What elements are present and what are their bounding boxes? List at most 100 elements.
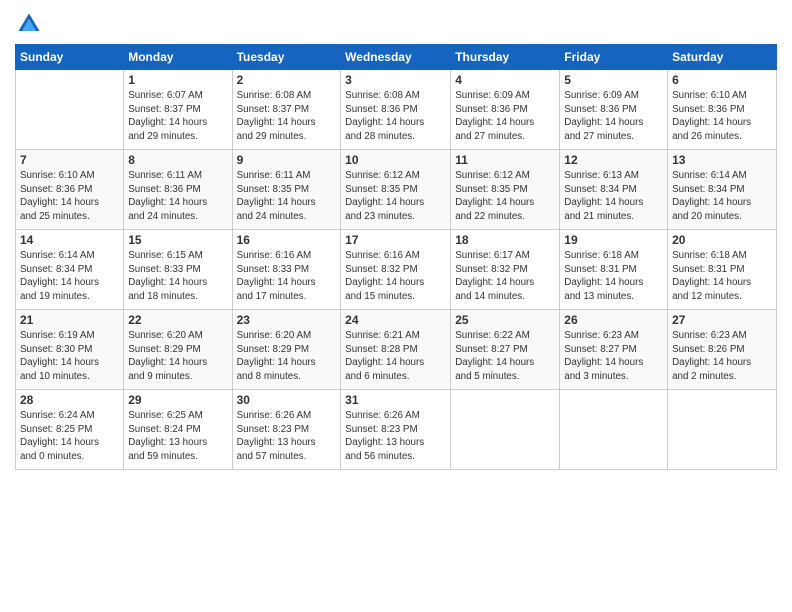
day-info: Sunrise: 6:26 AM Sunset: 8:23 PM Dayligh… (237, 409, 337, 464)
day-cell: 23Sunrise: 6:20 AM Sunset: 8:29 PM Dayli… (232, 310, 341, 390)
day-number: 27 (672, 313, 772, 327)
day-cell: 31 Sunrise: 6:26 AM Sunset: 8:23 PM Dayli… (341, 390, 451, 470)
day-cell: 8 Sunrise: 6:11 AM Sunset: 8:36 PM Daylig… (124, 150, 232, 230)
header (15, 10, 777, 38)
day-number: 23 (237, 313, 337, 327)
day-cell: 28 Sunrise: 6:24 AM Sunset: 8:25 PM Dayli… (16, 390, 124, 470)
day-info: Sunrise: 6:16 AM Sunset: 8:32 PM Dayligh… (345, 249, 446, 304)
header-cell-tuesday: Tuesday (232, 45, 341, 70)
day-info: Sunrise: 6:24 AM Sunset: 8:25 PM Dayligh… (20, 409, 119, 464)
day-cell: 2 Sunrise: 6:08 AM Sunset: 8:37 PM Daylig… (232, 70, 341, 150)
day-number: 25 (455, 313, 555, 327)
day-number: 7 (20, 153, 119, 167)
day-cell: 10 Sunrise: 6:12 AM Sunset: 8:35 PM Dayli… (341, 150, 451, 230)
day-cell: 18Sunrise: 6:17 AM Sunset: 8:32 PM Dayli… (451, 230, 560, 310)
day-cell (16, 70, 124, 150)
day-cell: 27 Sunrise: 6:23 AM Sunset: 8:26 PM Dayli… (668, 310, 777, 390)
header-cell-wednesday: Wednesday (341, 45, 451, 70)
day-number: 4 (455, 73, 555, 87)
day-number: 8 (128, 153, 227, 167)
day-info: Sunrise: 6:10 AM Sunset: 8:36 PM Dayligh… (672, 89, 772, 144)
week-row: 28 Sunrise: 6:24 AM Sunset: 8:25 PM Dayli… (16, 390, 777, 470)
day-info: Sunrise: 6:12 AM Sunset: 8:35 PM Dayligh… (345, 169, 446, 224)
day-info: Sunrise: 6:21 AM Sunset: 8:28 PM Dayligh… (345, 329, 446, 384)
week-row: 14Sunrise: 6:14 AM Sunset: 8:34 PM Dayli… (16, 230, 777, 310)
day-number: 2 (237, 73, 337, 87)
day-info: Sunrise: 6:12 AM Sunset: 8:35 PM Dayligh… (455, 169, 555, 224)
day-number: 22 (128, 313, 227, 327)
day-info: Sunrise: 6:13 AM Sunset: 8:34 PM Dayligh… (564, 169, 663, 224)
header-cell-thursday: Thursday (451, 45, 560, 70)
day-cell (451, 390, 560, 470)
day-number: 30 (237, 393, 337, 407)
day-cell: 26 Sunrise: 6:23 AM Sunset: 8:27 PM Dayli… (560, 310, 668, 390)
header-cell-monday: Monday (124, 45, 232, 70)
day-info: Sunrise: 6:18 AM Sunset: 8:31 PM Dayligh… (564, 249, 663, 304)
day-cell: 13Sunrise: 6:14 AM Sunset: 8:34 PM Dayli… (668, 150, 777, 230)
day-info: Sunrise: 6:16 AM Sunset: 8:33 PM Dayligh… (237, 249, 337, 304)
day-cell: 17 Sunrise: 6:16 AM Sunset: 8:32 PM Dayli… (341, 230, 451, 310)
day-cell: 21 Sunrise: 6:19 AM Sunset: 8:30 PM Dayli… (16, 310, 124, 390)
day-cell: 5Sunrise: 6:09 AM Sunset: 8:36 PM Daylig… (560, 70, 668, 150)
day-cell (668, 390, 777, 470)
day-info: Sunrise: 6:07 AM Sunset: 8:37 PM Dayligh… (128, 89, 227, 144)
logo-icon (15, 10, 43, 38)
day-number: 5 (564, 73, 663, 87)
day-cell: 9Sunrise: 6:11 AM Sunset: 8:35 PM Daylig… (232, 150, 341, 230)
day-cell: 14Sunrise: 6:14 AM Sunset: 8:34 PM Dayli… (16, 230, 124, 310)
day-cell: 1 Sunrise: 6:07 AM Sunset: 8:37 PM Daylig… (124, 70, 232, 150)
day-info: Sunrise: 6:18 AM Sunset: 8:31 PM Dayligh… (672, 249, 772, 304)
day-info: Sunrise: 6:23 AM Sunset: 8:27 PM Dayligh… (564, 329, 663, 384)
logo (15, 10, 47, 38)
day-info: Sunrise: 6:11 AM Sunset: 8:36 PM Dayligh… (128, 169, 227, 224)
week-row: 21 Sunrise: 6:19 AM Sunset: 8:30 PM Dayli… (16, 310, 777, 390)
calendar-table: SundayMondayTuesdayWednesdayThursdayFrid… (15, 44, 777, 470)
header-cell-saturday: Saturday (668, 45, 777, 70)
day-number: 18 (455, 233, 555, 247)
day-info: Sunrise: 6:10 AM Sunset: 8:36 PM Dayligh… (20, 169, 119, 224)
day-number: 12 (564, 153, 663, 167)
day-cell: 12 Sunrise: 6:13 AM Sunset: 8:34 PM Dayli… (560, 150, 668, 230)
header-row: SundayMondayTuesdayWednesdayThursdayFrid… (16, 45, 777, 70)
day-number: 16 (237, 233, 337, 247)
day-number: 21 (20, 313, 119, 327)
day-cell: 25Sunrise: 6:22 AM Sunset: 8:27 PM Dayli… (451, 310, 560, 390)
day-info: Sunrise: 6:15 AM Sunset: 8:33 PM Dayligh… (128, 249, 227, 304)
day-info: Sunrise: 6:26 AM Sunset: 8:23 PM Dayligh… (345, 409, 446, 464)
day-number: 15 (128, 233, 227, 247)
day-number: 26 (564, 313, 663, 327)
day-cell: 22 Sunrise: 6:20 AM Sunset: 8:29 PM Dayli… (124, 310, 232, 390)
day-cell: 16 Sunrise: 6:16 AM Sunset: 8:33 PM Dayli… (232, 230, 341, 310)
day-cell: 24 Sunrise: 6:21 AM Sunset: 8:28 PM Dayli… (341, 310, 451, 390)
day-cell: 4Sunrise: 6:09 AM Sunset: 8:36 PM Daylig… (451, 70, 560, 150)
day-number: 20 (672, 233, 772, 247)
day-info: Sunrise: 6:11 AM Sunset: 8:35 PM Dayligh… (237, 169, 337, 224)
day-cell: 7 Sunrise: 6:10 AM Sunset: 8:36 PM Daylig… (16, 150, 124, 230)
week-row: 7 Sunrise: 6:10 AM Sunset: 8:36 PM Daylig… (16, 150, 777, 230)
day-number: 3 (345, 73, 446, 87)
week-row: 1 Sunrise: 6:07 AM Sunset: 8:37 PM Daylig… (16, 70, 777, 150)
day-number: 6 (672, 73, 772, 87)
day-number: 28 (20, 393, 119, 407)
day-number: 17 (345, 233, 446, 247)
header-cell-sunday: Sunday (16, 45, 124, 70)
day-info: Sunrise: 6:14 AM Sunset: 8:34 PM Dayligh… (672, 169, 772, 224)
day-cell: 3 Sunrise: 6:08 AM Sunset: 8:36 PM Daylig… (341, 70, 451, 150)
day-number: 29 (128, 393, 227, 407)
day-info: Sunrise: 6:19 AM Sunset: 8:30 PM Dayligh… (20, 329, 119, 384)
day-cell: 19Sunrise: 6:18 AM Sunset: 8:31 PM Dayli… (560, 230, 668, 310)
day-info: Sunrise: 6:08 AM Sunset: 8:36 PM Dayligh… (345, 89, 446, 144)
day-info: Sunrise: 6:20 AM Sunset: 8:29 PM Dayligh… (128, 329, 227, 384)
day-cell: 15 Sunrise: 6:15 AM Sunset: 8:33 PM Dayli… (124, 230, 232, 310)
day-info: Sunrise: 6:25 AM Sunset: 8:24 PM Dayligh… (128, 409, 227, 464)
day-info: Sunrise: 6:14 AM Sunset: 8:34 PM Dayligh… (20, 249, 119, 304)
day-info: Sunrise: 6:23 AM Sunset: 8:26 PM Dayligh… (672, 329, 772, 384)
day-number: 10 (345, 153, 446, 167)
day-number: 31 (345, 393, 446, 407)
day-number: 24 (345, 313, 446, 327)
day-number: 1 (128, 73, 227, 87)
header-cell-friday: Friday (560, 45, 668, 70)
day-info: Sunrise: 6:08 AM Sunset: 8:37 PM Dayligh… (237, 89, 337, 144)
day-cell: 29 Sunrise: 6:25 AM Sunset: 8:24 PM Dayli… (124, 390, 232, 470)
day-number: 11 (455, 153, 555, 167)
